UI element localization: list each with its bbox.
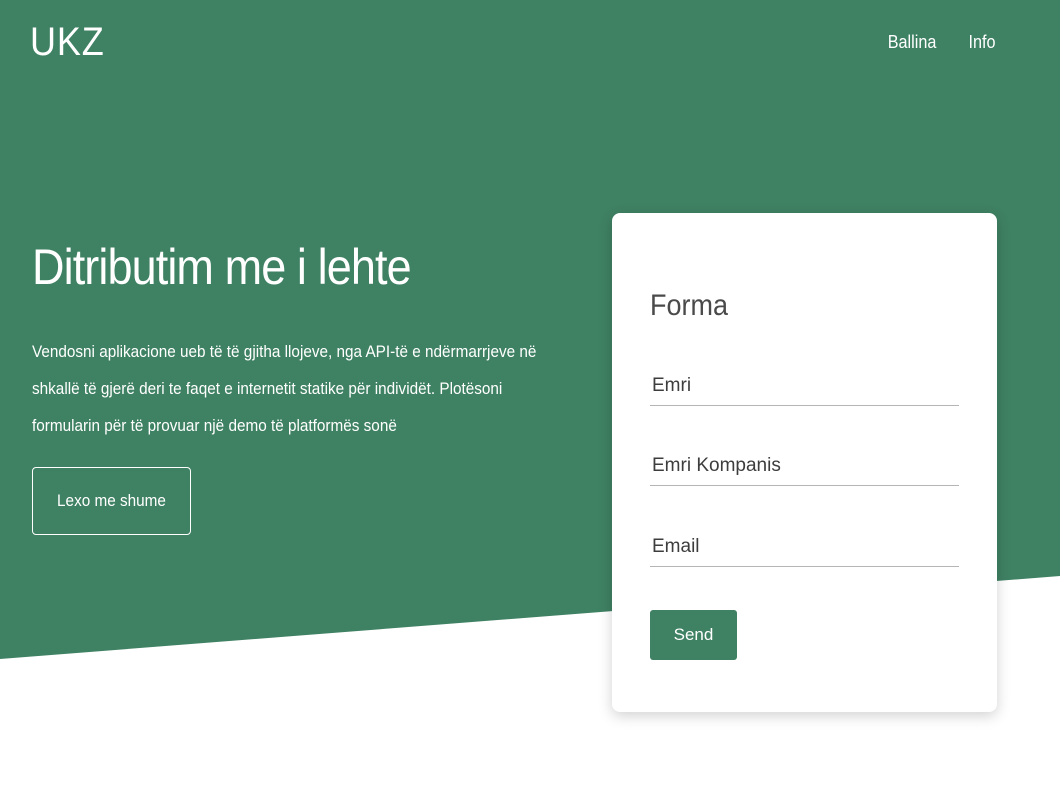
main-nav: Ballina Info [885, 32, 997, 53]
send-button[interactable]: Send [650, 610, 737, 660]
hero-description: Vendosni aplikacione ueb të të gjitha ll… [32, 342, 537, 435]
email-field[interactable] [650, 531, 959, 567]
site-logo[interactable]: UKZ [30, 22, 105, 62]
read-more-label: Lexo me shume [57, 491, 166, 510]
form-title: Forma [650, 289, 729, 322]
company-name-field[interactable] [650, 450, 959, 486]
landing-page: UKZ Ballina Info Ditributim me i lehte V… [0, 0, 1060, 800]
read-more-button[interactable]: Lexo me shume [32, 467, 191, 535]
nav-link-info[interactable]: Info [968, 32, 995, 53]
name-field[interactable] [650, 370, 959, 406]
nav-link-ballina[interactable]: Ballina [888, 32, 937, 53]
demo-request-form: Forma Send [612, 213, 997, 712]
hero-title: Ditributim me i lehte [32, 239, 412, 295]
